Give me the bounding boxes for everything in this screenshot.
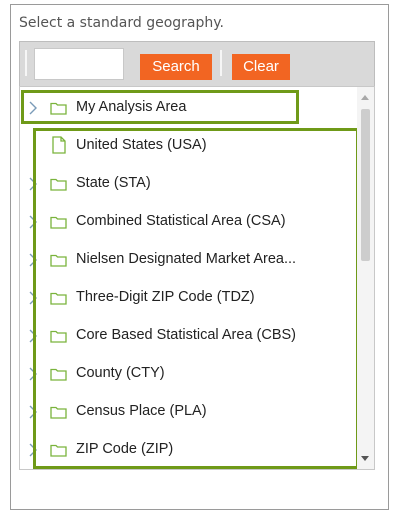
- geography-selector-panel: Select a standard geography. Search Clea…: [10, 4, 389, 510]
- chevron-right-icon[interactable]: [26, 404, 40, 420]
- tree-item-state[interactable]: State (STA): [20, 166, 360, 202]
- toolbar-divider: [25, 50, 27, 76]
- tree-item-label: State (STA): [76, 175, 151, 191]
- folder-icon: [50, 444, 67, 457]
- vertical-scrollbar[interactable]: [357, 87, 374, 469]
- tree-item-core-based-statistical-area[interactable]: Core Based Statistical Area (CBS): [20, 318, 360, 354]
- tree-item-county[interactable]: County (CTY): [20, 356, 360, 392]
- toolbar-divider: [220, 50, 222, 76]
- chevron-right-icon[interactable]: [26, 100, 40, 116]
- folder-icon: [50, 254, 67, 267]
- geography-tree: My Analysis Area United States (USA) Sta…: [19, 86, 375, 470]
- search-input[interactable]: [34, 48, 124, 80]
- chevron-right-icon[interactable]: [26, 290, 40, 306]
- tree-item-united-states[interactable]: United States (USA): [20, 128, 360, 164]
- folder-icon: [50, 292, 67, 305]
- folder-icon: [50, 216, 67, 229]
- search-toolbar: Search Clear: [19, 41, 375, 87]
- tree-item-combined-statistical-area[interactable]: Combined Statistical Area (CSA): [20, 204, 360, 240]
- folder-icon: [50, 102, 67, 115]
- search-button[interactable]: Search: [140, 54, 212, 80]
- chevron-right-icon[interactable]: [26, 328, 40, 344]
- folder-icon: [50, 406, 67, 419]
- scroll-down-arrow-icon[interactable]: [361, 456, 369, 461]
- tree-item-my-analysis-area[interactable]: My Analysis Area: [20, 90, 360, 126]
- tree-item-label: Census Place (PLA): [76, 403, 207, 419]
- clear-button[interactable]: Clear: [232, 54, 290, 80]
- tree-item-label: United States (USA): [76, 137, 207, 153]
- tree-item-label: My Analysis Area: [76, 99, 187, 115]
- tree-item-label: Three-Digit ZIP Code (TDZ): [76, 289, 255, 305]
- chevron-right-icon[interactable]: [26, 176, 40, 192]
- tree-item-label: Combined Statistical Area (CSA): [76, 213, 286, 229]
- tree-item-zip-code[interactable]: ZIP Code (ZIP): [20, 432, 360, 468]
- tree-item-three-digit-zip[interactable]: Three-Digit ZIP Code (TDZ): [20, 280, 360, 316]
- chevron-right-icon[interactable]: [26, 442, 40, 458]
- folder-icon: [50, 178, 67, 191]
- tree-item-nielsen-dma[interactable]: Nielsen Designated Market Area...: [20, 242, 360, 278]
- chevron-right-icon[interactable]: [26, 214, 40, 230]
- instruction-text: Select a standard geography.: [19, 15, 225, 31]
- tree-item-label: ZIP Code (ZIP): [76, 441, 174, 457]
- tree-item-label: Core Based Statistical Area (CBS): [76, 327, 297, 343]
- tree-item-label: Nielsen Designated Market Area...: [76, 251, 297, 267]
- folder-icon: [50, 368, 67, 381]
- folder-icon: [50, 330, 67, 343]
- tree-item-census-place[interactable]: Census Place (PLA): [20, 394, 360, 430]
- chevron-right-icon[interactable]: [26, 366, 40, 382]
- chevron-right-icon[interactable]: [26, 252, 40, 268]
- file-icon: [52, 136, 66, 154]
- tree-item-label: County (CTY): [76, 365, 165, 381]
- scroll-up-arrow-icon[interactable]: [361, 95, 369, 100]
- scroll-thumb[interactable]: [361, 109, 370, 261]
